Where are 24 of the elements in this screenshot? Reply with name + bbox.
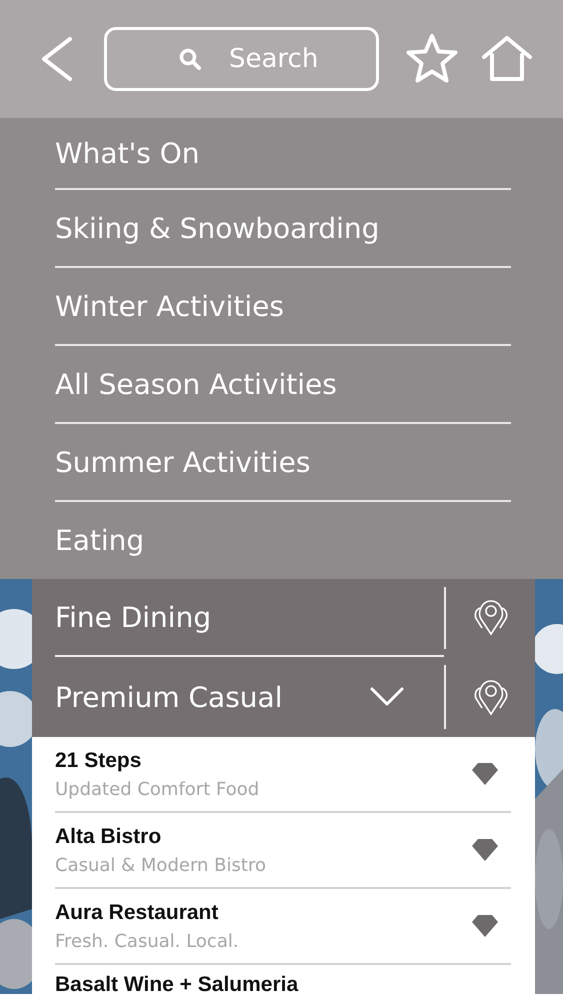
diamond-icon [471, 762, 499, 786]
menu-item[interactable]: Winter Activities [55, 268, 511, 346]
home-button[interactable] [481, 35, 533, 83]
menu-item[interactable]: Summer Activities [55, 424, 511, 502]
search-icon [178, 47, 202, 71]
search-field[interactable]: Search [104, 27, 379, 91]
restaurant-name[interactable]: Basalt Wine + Salumeria [55, 973, 499, 997]
chevron-down-icon [370, 687, 404, 707]
star-icon [405, 33, 459, 85]
menu-item[interactable]: Skiing & Snowboarding [55, 190, 511, 268]
restaurant-description: Updated Comfort Food [55, 778, 260, 800]
home-icon [481, 35, 533, 83]
diamond-icon [471, 914, 499, 938]
menu-item[interactable]: All Season Activities [55, 346, 511, 424]
diamond-icon [471, 838, 499, 862]
favorite-button[interactable] [405, 33, 459, 85]
restaurant-name[interactable]: Aura Restaurant [55, 900, 471, 924]
submenu-item[interactable]: Premium Casual [55, 657, 444, 737]
restaurant-description: Fresh. Casual. Local. [55, 930, 240, 952]
menu-item[interactable]: Eating [55, 502, 511, 579]
restaurant-name[interactable]: Alta Bistro [55, 824, 471, 848]
menu-item[interactable]: What's On [55, 118, 511, 190]
restaurant-description: Casual & Modern Bistro [55, 854, 267, 876]
restaurant-name[interactable]: 21 Steps [55, 748, 471, 772]
